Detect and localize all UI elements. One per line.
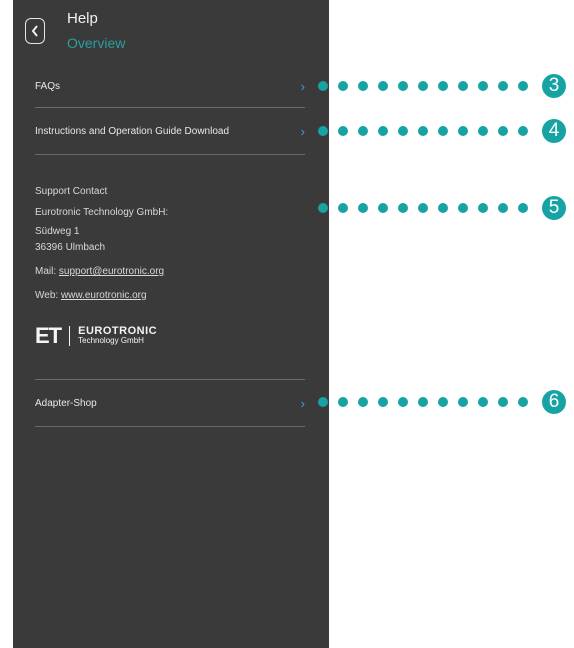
callout-dot — [478, 397, 488, 407]
callout-dot — [398, 203, 408, 213]
callout-dot — [378, 397, 388, 407]
logo-name: EUROTRONIC — [78, 325, 158, 337]
callout-dot — [398, 126, 408, 136]
menu-item-label: Adapter-Shop — [35, 397, 97, 409]
callout-dot — [478, 126, 488, 136]
chevron-left-icon — [31, 25, 38, 37]
callout-dot — [478, 203, 488, 213]
callout-dot — [418, 397, 428, 407]
chevron-right-icon: › — [300, 123, 305, 139]
callout-dot — [518, 81, 528, 91]
callout-dot — [498, 126, 508, 136]
callout-dot — [498, 397, 508, 407]
callout-dot — [318, 203, 328, 213]
callout-dot — [458, 203, 468, 213]
callout-dot — [458, 126, 468, 136]
callout-number-3: 3 — [542, 74, 566, 98]
menu-item-faqs[interactable]: FAQs › — [35, 76, 305, 96]
logo-tagline: Technology GmbH — [78, 336, 144, 345]
web-link[interactable]: www.eurotronic.org — [61, 290, 147, 301]
menu-item-label: FAQs — [35, 80, 61, 92]
menu-item-label: Instructions and Operation Guide Downloa… — [35, 125, 230, 137]
callout-number-5: 5 — [542, 196, 566, 220]
callout-line-6 — [318, 397, 538, 407]
callout-dot — [338, 203, 348, 213]
logo-separator — [69, 326, 71, 346]
callout-dot — [478, 81, 488, 91]
callout-dot — [338, 81, 348, 91]
callout-dot — [438, 81, 448, 91]
callout-dot — [338, 126, 348, 136]
callout-dot — [498, 81, 508, 91]
callout-dot — [458, 81, 468, 91]
chevron-right-icon: › — [300, 395, 305, 411]
callout-dot — [518, 203, 528, 213]
divider — [35, 426, 305, 427]
callout-line-3 — [318, 81, 538, 91]
logo-mark: ET — [35, 323, 62, 348]
callout-dot — [318, 397, 328, 407]
callout-number-6: 6 — [542, 390, 566, 414]
page-subtitle: Overview — [67, 35, 126, 51]
callout-dot — [338, 397, 348, 407]
menu-item-instructions[interactable]: Instructions and Operation Guide Downloa… — [35, 121, 305, 141]
eurotronic-logo: ET EUROTRONIC Technology GmbH — [35, 323, 157, 349]
callout-dot — [398, 397, 408, 407]
callout-dot — [418, 81, 428, 91]
callout-dot — [318, 81, 328, 91]
web-label: Web: — [35, 290, 59, 301]
divider — [35, 154, 305, 155]
callout-dot — [378, 126, 388, 136]
callout-dot — [438, 397, 448, 407]
callout-dot — [358, 203, 368, 213]
callout-dot — [358, 81, 368, 91]
callout-dot — [518, 397, 528, 407]
callout-dot — [378, 203, 388, 213]
support-heading: Support Contact — [35, 186, 108, 197]
callout-line-5 — [318, 203, 538, 213]
callout-line-4 — [318, 126, 538, 136]
callout-dot — [418, 203, 428, 213]
divider — [35, 107, 305, 108]
callout-dot — [518, 126, 528, 136]
support-company: Eurotronic Technology GmbH: — [35, 207, 169, 218]
callout-dot — [438, 203, 448, 213]
support-mail: Mail: support@eurotronic.org — [35, 266, 164, 277]
callout-number-4: 4 — [542, 119, 566, 143]
callout-dot — [458, 397, 468, 407]
callout-dot — [418, 126, 428, 136]
callout-dot — [438, 126, 448, 136]
callout-dot — [498, 203, 508, 213]
support-city: 36396 Ulmbach — [35, 242, 106, 253]
support-web: Web: www.eurotronic.org — [35, 290, 147, 301]
divider — [35, 379, 305, 380]
chevron-right-icon: › — [300, 78, 305, 94]
callout-dot — [358, 126, 368, 136]
page-title: Help — [67, 10, 98, 27]
callout-dot — [358, 397, 368, 407]
back-button[interactable] — [25, 18, 45, 44]
callout-dot — [378, 81, 388, 91]
callout-dot — [398, 81, 408, 91]
logo-text: EUROTRONIC Technology GmbH — [78, 326, 157, 346]
menu-item-adapter-shop[interactable]: Adapter-Shop › — [35, 393, 305, 413]
mail-label: Mail: — [35, 266, 57, 277]
help-screen: Help Overview FAQs › Instructions and Op… — [13, 0, 329, 648]
support-street: Südweg 1 — [35, 226, 80, 237]
mail-link[interactable]: support@eurotronic.org — [59, 266, 164, 277]
callout-dot — [318, 126, 328, 136]
